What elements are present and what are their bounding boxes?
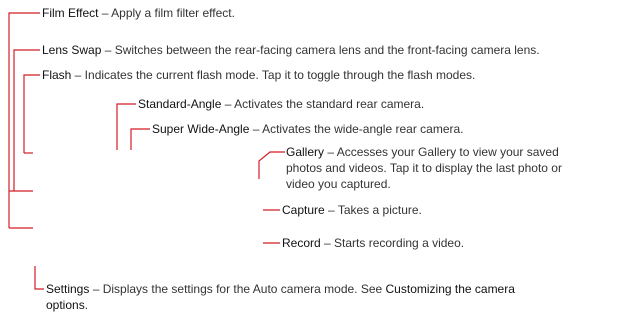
standard-angle-term: Standard-Angle <box>138 97 222 111</box>
lens-swap-entry: Lens Swap – Switches between the rear-fa… <box>42 42 540 58</box>
callout-settings <box>34 266 44 290</box>
standard-angle-desc: – Activates the standard rear camera. <box>221 97 425 111</box>
film-effect-desc: – Apply a film filter effect. <box>98 6 235 20</box>
gallery-entry: Gallery – Accesses your Gallery to view … <box>286 144 562 192</box>
film-effect-term: Film Effect <box>42 6 99 20</box>
flash-entry: Flash – Indicates the current flash mode… <box>42 67 475 83</box>
gallery-desc-line1: – Accesses your Gallery to view your sav… <box>324 145 559 159</box>
settings-tail: . <box>84 298 89 312</box>
flash-desc: – Indicates the current flash mode. Tap … <box>71 68 476 82</box>
settings-link-cont[interactable]: options <box>46 298 85 312</box>
gallery-desc-line2: photos and videos. Tap it to display the… <box>286 161 562 175</box>
settings-link[interactable]: Customizing the camera <box>386 282 515 296</box>
lens-swap-desc: – Switches between the rear-facing camer… <box>101 43 540 57</box>
settings-desc: – Displays the settings for the Auto cam… <box>89 282 386 296</box>
settings-entry: Settings – Displays the settings for the… <box>46 281 515 313</box>
callout-standard-angle <box>116 103 136 150</box>
callout-flash <box>23 74 40 153</box>
capture-desc: – Takes a picture. <box>324 203 422 217</box>
lens-swap-term: Lens Swap <box>42 43 102 57</box>
gallery-term: Gallery <box>286 145 325 159</box>
standard-angle-entry: Standard-Angle – Activates the standard … <box>138 96 424 112</box>
capture-entry: Capture – Takes a picture. <box>282 202 422 218</box>
settings-term: Settings <box>46 282 90 296</box>
record-entry: Record – Starts recording a video. <box>282 235 464 251</box>
capture-term: Capture <box>282 203 325 217</box>
gallery-desc-line3: video you captured. <box>286 177 391 191</box>
callout-super-wide <box>130 128 150 150</box>
record-desc: – Starts recording a video. <box>320 236 465 250</box>
callout-lens-swap-leader <box>13 49 40 191</box>
flash-term: Flash <box>42 68 72 82</box>
super-wide-entry: Super Wide-Angle – Activates the wide-an… <box>152 121 464 137</box>
super-wide-desc: – Activates the wide-angle rear camera. <box>249 122 464 136</box>
film-effect-entry: Film Effect – Apply a film filter effect… <box>42 5 235 21</box>
record-term: Record <box>282 236 321 250</box>
callout-gallery <box>258 151 285 179</box>
super-wide-term: Super Wide-Angle <box>152 122 250 136</box>
